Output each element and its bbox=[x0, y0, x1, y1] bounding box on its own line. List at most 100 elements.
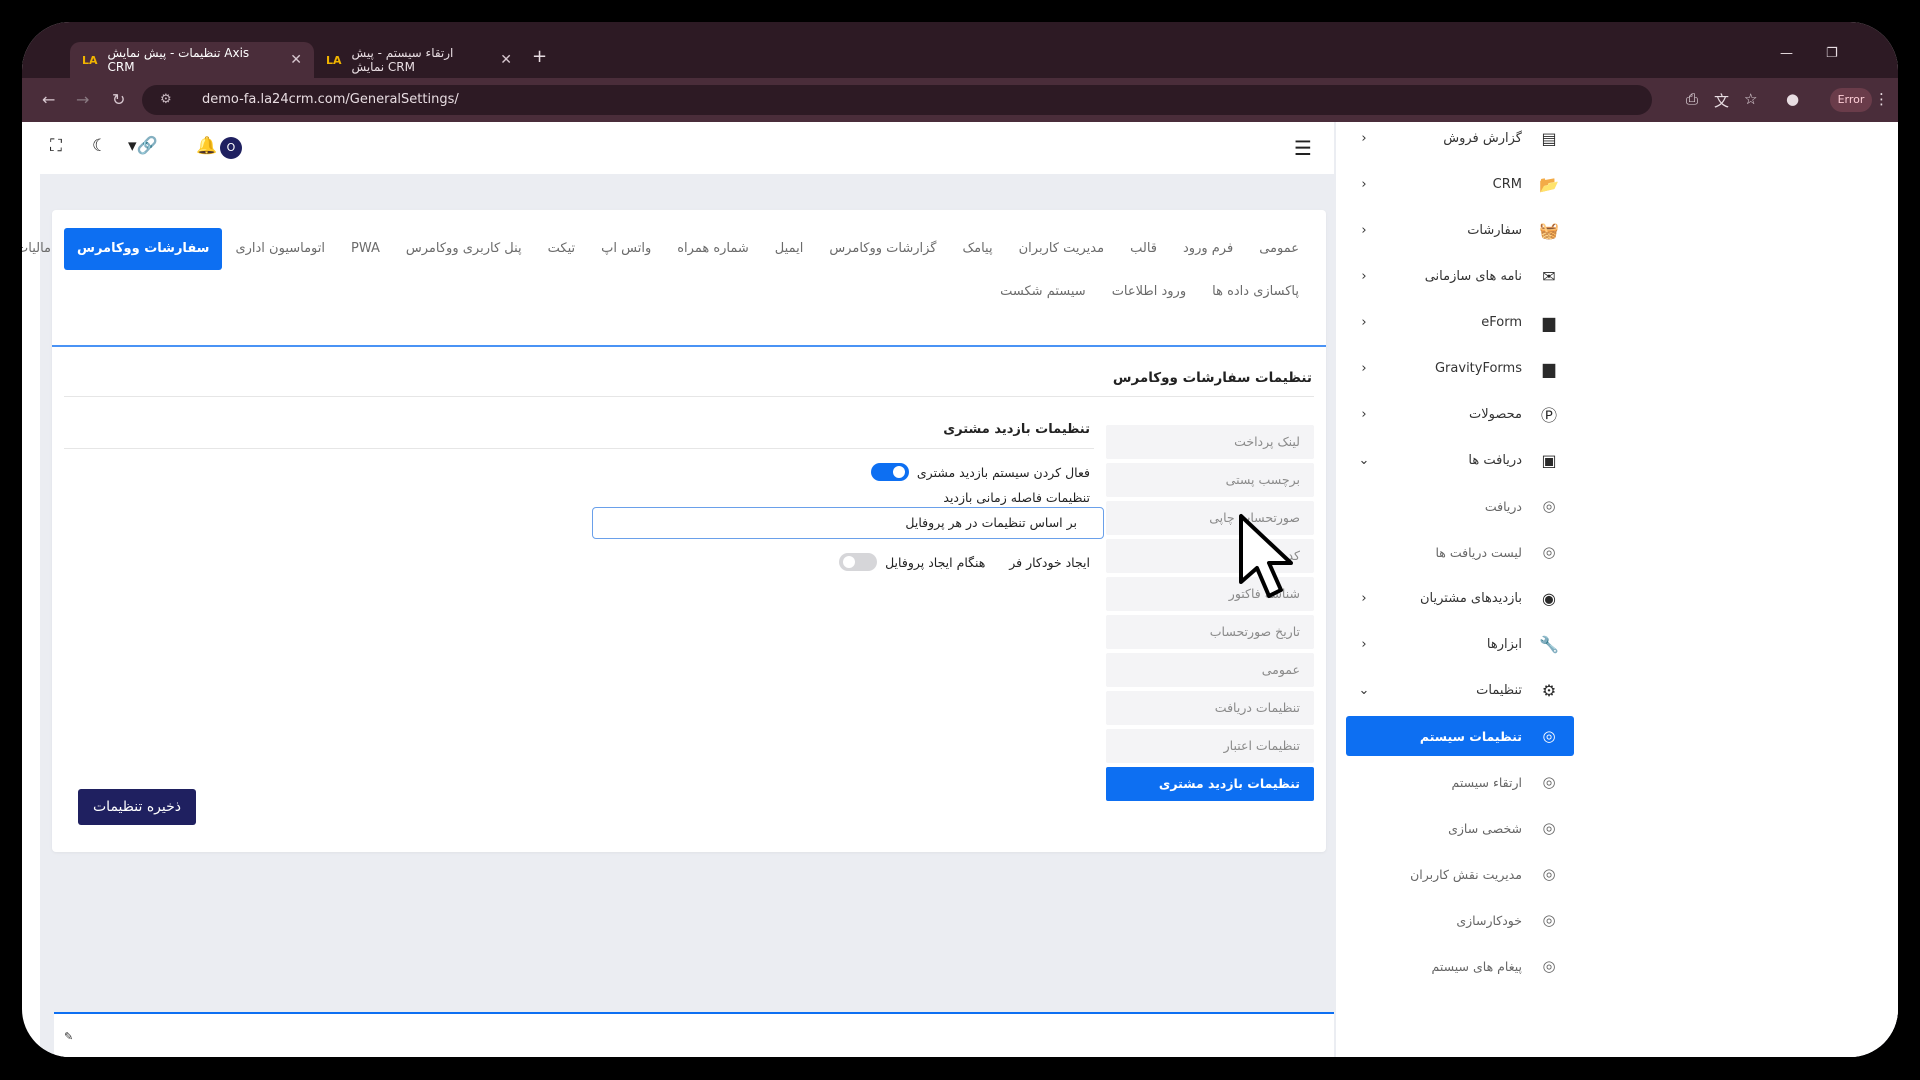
forward-icon[interactable]: → bbox=[76, 90, 89, 109]
section-menu-item[interactable]: تنظیمات اعتبار bbox=[1106, 729, 1314, 763]
tab-r1-0[interactable]: عمومی bbox=[1246, 228, 1312, 270]
sidebar-item[interactable]: 📂 CRM ‹ bbox=[1346, 164, 1574, 204]
new-tab-button[interactable]: + bbox=[532, 46, 547, 67]
pencil-icon[interactable]: ✎ bbox=[64, 1030, 73, 1043]
sidebar-item[interactable]: ◎ ارتقاء سیستم bbox=[1346, 762, 1574, 802]
folder-icon: ▆ bbox=[1542, 312, 1556, 332]
sidebar-item[interactable]: ◉ بازدیدهای مشتریان ‹ bbox=[1346, 578, 1574, 618]
tab-r2-2[interactable]: سیستم شکست bbox=[987, 271, 1099, 313]
section-menu-item[interactable]: تاریخ صورتحساب bbox=[1106, 615, 1314, 649]
notification-badge[interactable]: O bbox=[220, 137, 242, 159]
sidebar-item[interactable]: ◎ خودکارسازی bbox=[1346, 900, 1574, 940]
translate-icon[interactable]: 文 bbox=[1714, 90, 1729, 111]
sidebar-item-label: GravityForms bbox=[1434, 360, 1522, 376]
sidebar-item[interactable]: Ⓟ محصولات ‹ bbox=[1346, 394, 1574, 434]
tab-r1-5[interactable]: گزارشات ووکامرس bbox=[816, 228, 949, 270]
minimize-icon[interactable]: — bbox=[1780, 46, 1793, 61]
tab-r1-9[interactable]: تیکت bbox=[535, 228, 589, 270]
moon-icon[interactable]: ☾ bbox=[92, 136, 107, 156]
sidebar-item[interactable]: ◎ پیغام های سیستم bbox=[1346, 946, 1574, 986]
gear-icon: ⚙ bbox=[1541, 680, 1557, 700]
sidebar-item[interactable]: ◎ لیست دریافت ها bbox=[1346, 532, 1574, 572]
favicon: LA bbox=[326, 53, 342, 67]
toggle-label: فعال کردن سیستم بازدید مشتری bbox=[916, 464, 1090, 480]
top-navbar: ⛶ ☾ ▾🔗 🔔 O ☰ bbox=[40, 122, 1334, 174]
section-menu-item[interactable]: عمومی bbox=[1106, 653, 1314, 687]
sidebar-item[interactable]: ▣ دریافت ها ⌄ bbox=[1346, 440, 1574, 480]
auto-create-toggle-row: ایجاد خودکار فر هنگام ایجاد پروفایل bbox=[839, 553, 1090, 571]
bookmark-star-icon[interactable]: ☆ bbox=[1744, 90, 1757, 108]
mouse-cursor-icon bbox=[1239, 514, 1293, 598]
tab-r2-0[interactable]: پاکسازی داده ها bbox=[1199, 271, 1312, 313]
tab-r1-1[interactable]: فرم ورود bbox=[1170, 228, 1246, 270]
sidebar-item-label: ارتقاء سیستم bbox=[1451, 774, 1522, 790]
url-field[interactable]: ⚙ demo-fa.la24crm.com/GeneralSettings/ bbox=[142, 85, 1652, 115]
report-icon: ▤ bbox=[1541, 128, 1557, 148]
close-icon[interactable]: ✕ bbox=[500, 52, 512, 68]
sidebar-item-label: خودکارسازی bbox=[1456, 912, 1522, 928]
tab-r1-4[interactable]: پیامک bbox=[950, 228, 1006, 270]
sidebar-item[interactable]: ◎ دریافت bbox=[1346, 486, 1574, 526]
tab-r1-7[interactable]: شماره همراه bbox=[664, 228, 762, 270]
tab-r1-11[interactable]: PWA bbox=[338, 228, 393, 270]
section-menu-item[interactable]: تنظیمات بازدید مشتری bbox=[1106, 767, 1314, 801]
sidebar-item[interactable]: ▆ GravityForms ‹ bbox=[1346, 348, 1574, 388]
toggle-label: ایجاد خودکار فر هنگام ایجاد پروفایل bbox=[885, 554, 1090, 570]
close-icon[interactable]: ✕ bbox=[290, 52, 302, 68]
profile-icon[interactable]: ● bbox=[1786, 90, 1799, 108]
section-menu-item[interactable]: برچسب پستی bbox=[1106, 463, 1314, 497]
tab-r1-8[interactable]: واتس اپ bbox=[588, 228, 664, 270]
tab-r1-14[interactable]: مالیات ایران bbox=[22, 228, 64, 270]
chevron-down-icon: ⌄ bbox=[1358, 452, 1370, 468]
sidebar-item-label: مدیریت نقش کاربران bbox=[1410, 866, 1522, 882]
tab-r1-10[interactable]: پنل کاربری ووکامرس bbox=[393, 228, 535, 270]
kebab-menu-icon[interactable]: ⋮ bbox=[1874, 90, 1889, 108]
visit-system-toggle[interactable] bbox=[870, 463, 909, 481]
divider bbox=[64, 396, 1314, 397]
chevron-left-icon: ‹ bbox=[1361, 636, 1367, 652]
sidebar-item[interactable]: ◎ مدیریت نقش کاربران bbox=[1346, 854, 1574, 894]
sidebar-item[interactable]: 🧺 سفارشات ‹ bbox=[1346, 210, 1574, 250]
back-icon[interactable]: ← bbox=[42, 90, 55, 109]
sidebar-item[interactable]: ⚙ تنظیمات ⌄ bbox=[1346, 670, 1574, 710]
tab-r1-3[interactable]: مدیریت کاربران bbox=[1006, 228, 1117, 270]
fullscreen-icon[interactable]: ⛶ bbox=[50, 136, 62, 156]
interval-label: تنظیمات فاصله زمانی بازدید bbox=[943, 490, 1090, 505]
install-icon[interactable]: ⎙ bbox=[1686, 90, 1698, 108]
reload-icon[interactable]: ↻ bbox=[112, 90, 125, 109]
sidebar-item-label: ابزارها bbox=[1486, 636, 1522, 652]
site-info-icon[interactable]: ⚙ bbox=[160, 85, 172, 115]
footer bbox=[54, 1014, 1334, 1057]
chevron-left-icon: ‹ bbox=[1361, 406, 1367, 422]
tab-r1-2[interactable]: قالب bbox=[1117, 228, 1170, 270]
interval-select[interactable]: بر اساس تنظیمات در هر پروفایل bbox=[592, 507, 1104, 539]
sidebar: ▤ گزارش فروش ‹ 📂 CRM ‹ 🧺 سفارشات ‹ ✉ نامه های سازم… bbox=[1336, 122, 1898, 1057]
browser-tab-upgrade[interactable]: LA ارتقاء سیستم - پیش نمایش CRM ✕ bbox=[314, 42, 524, 78]
auto-create-toggle[interactable] bbox=[839, 553, 878, 571]
sidebar-item-label: بازدیدهای مشتریان bbox=[1420, 590, 1522, 606]
section-menu-item[interactable]: لینک پرداخت bbox=[1106, 425, 1314, 459]
sidebar-item[interactable]: ◎ تنظیمات سیستم bbox=[1346, 716, 1574, 756]
sidebar-item[interactable]: ▤ گزارش فروش ‹ bbox=[1346, 118, 1574, 158]
sidebar-item[interactable]: 🔧 ابزارها ‹ bbox=[1346, 624, 1574, 664]
sidebar-item[interactable]: ✉ نامه های سازمانی ‹ bbox=[1346, 256, 1574, 296]
envelope-icon: ✉ bbox=[1542, 266, 1556, 286]
tab-r2-1[interactable]: ورود اطلاعات bbox=[1099, 271, 1199, 313]
browser-tab-bar: LA تنظیمات - پیش نمایش Axis CRM ✕ LA ارت… bbox=[22, 22, 1898, 78]
save-settings-button[interactable]: ذخیره تنظیمات bbox=[78, 789, 196, 825]
error-button[interactable]: Error bbox=[1830, 88, 1872, 112]
tab-r1-12[interactable]: اتوماسیون اداری bbox=[222, 228, 338, 270]
circle-icon: ◎ bbox=[1542, 543, 1556, 561]
circle-icon: ◎ bbox=[1542, 497, 1556, 515]
bell-icon[interactable]: 🔔 bbox=[196, 136, 217, 156]
section-menu-item[interactable]: تنظیمات دریافت bbox=[1106, 691, 1314, 725]
tab-r1-13[interactable]: سفارشات ووکامرس bbox=[64, 228, 223, 270]
sidebar-item[interactable]: ▆ eForm ‹ bbox=[1346, 302, 1574, 342]
link-dropdown-icon[interactable]: ▾🔗 bbox=[128, 136, 158, 156]
hamburger-menu-icon[interactable]: ☰ bbox=[1294, 136, 1312, 160]
card-title: تنظیمات سفارشات ووکامرس bbox=[1112, 370, 1312, 386]
restore-icon[interactable]: ❐ bbox=[1826, 46, 1838, 61]
sidebar-item[interactable]: ◎ شخصی سازی bbox=[1346, 808, 1574, 848]
tab-r1-6[interactable]: ایمیل bbox=[762, 228, 817, 270]
browser-tab-settings[interactable]: LA تنظیمات - پیش نمایش Axis CRM ✕ bbox=[70, 42, 314, 78]
